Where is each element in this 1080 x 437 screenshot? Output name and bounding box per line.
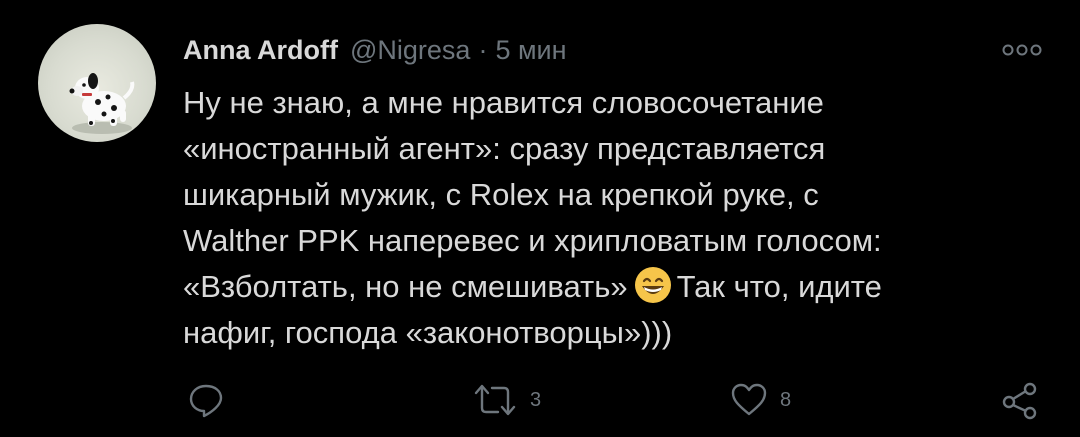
tweet-text-line-with-emoji: «Взболтать, но не смешивать» Так что, ид… xyxy=(183,264,1043,310)
tweet-text-line: Ну не знаю, а мне нравится словосочетани… xyxy=(183,85,824,120)
tweet-text-fragment: Так что, идите xyxy=(676,269,882,304)
like-button[interactable]: 8 xyxy=(730,378,791,422)
share-button[interactable] xyxy=(1000,378,1040,422)
reply-icon xyxy=(189,384,223,418)
share-icon xyxy=(1002,382,1037,420)
retweet-icon xyxy=(474,384,516,416)
author-handle[interactable]: @Nigresa xyxy=(350,30,470,70)
tweet-text-line: шикарный мужик, с Rolex на крепкой руке,… xyxy=(183,177,819,212)
tweet-text-line: нафиг, господа «законотворцы»))) xyxy=(183,315,673,350)
avatar[interactable] xyxy=(38,24,156,142)
author-name[interactable]: Anna Ardoff xyxy=(183,30,338,70)
tweet-text-line: «иностранный агент»: сразу представляетс… xyxy=(183,131,826,166)
grinning-face-emoji-icon xyxy=(634,266,672,304)
timestamp[interactable]: 5 мин xyxy=(495,30,566,70)
reply-button[interactable] xyxy=(188,378,224,422)
tweet-header: Anna Ardoff @Nigresa · 5 мин xyxy=(183,30,567,70)
tweet-card[interactable]: Anna Ardoff @Nigresa · 5 мин Ну не знаю,… xyxy=(0,0,1080,437)
tweet-text: Ну не знаю, а мне нравится словосочетани… xyxy=(183,80,1043,356)
tweet-text-fragment: «Взболтать, но не смешивать» xyxy=(183,269,628,304)
retweet-count: 3 xyxy=(530,388,542,411)
tweet-text-line: Walther PPK наперевес и хрипловатым голо… xyxy=(183,223,882,258)
tweet-actions: 3 8 xyxy=(0,378,1080,428)
retweet-button[interactable]: 3 xyxy=(472,378,541,422)
heart-icon xyxy=(731,383,767,416)
header-separator: · xyxy=(478,35,488,65)
dalmatian-toy-image xyxy=(69,73,135,134)
more-options-icon[interactable] xyxy=(1000,40,1044,60)
like-count: 8 xyxy=(780,388,792,411)
